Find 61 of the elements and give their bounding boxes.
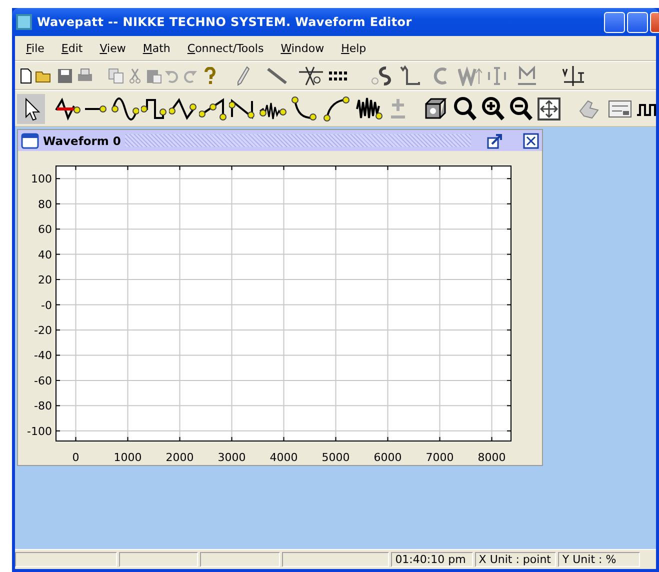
- search-icon[interactable]: [453, 96, 477, 122]
- tick-label: 2000: [166, 451, 194, 464]
- dotted-grid-icon[interactable]: [328, 70, 350, 82]
- tick-label: 6000: [374, 451, 402, 464]
- tick-label: 3000: [218, 451, 246, 464]
- sawtooth-wave-icon[interactable]: [199, 96, 227, 120]
- pen-icon[interactable]: [236, 66, 250, 86]
- tick-label: 8000: [478, 451, 506, 464]
- document-title: Waveform 0: [43, 134, 121, 148]
- save-icon[interactable]: [57, 68, 73, 84]
- status-time: 01:40:10 pm: [391, 552, 473, 567]
- sine-wave-icon[interactable]: [111, 96, 139, 120]
- wave-stroke-icon[interactable]: [55, 96, 81, 120]
- tick-label: 7000: [426, 451, 454, 464]
- convex-curve-icon[interactable]: [323, 96, 351, 122]
- triangle-wave-icon[interactable]: [169, 96, 197, 120]
- zoom-in-icon[interactable]: [481, 96, 505, 122]
- fit-view-icon[interactable]: [537, 96, 561, 120]
- tick-label: 40: [38, 248, 52, 262]
- minimize-button[interactable]: [604, 12, 625, 32]
- tick-label: -100: [27, 424, 52, 438]
- tick-label: -60: [34, 374, 52, 388]
- tick-label: 4000: [270, 451, 298, 464]
- window-title: Wavepatt -- NIKKE TECHNO SYSTEM. Waveform Editor: [37, 15, 412, 29]
- tick-label: -20: [34, 324, 52, 337]
- tick-label: 0: [72, 451, 80, 464]
- printer-icon[interactable]: [76, 68, 94, 84]
- tick-label: 60: [38, 223, 52, 236]
- restore-icon[interactable]: [487, 132, 503, 148]
- tick-label: 1000: [114, 451, 142, 464]
- tick-label: -40: [34, 349, 52, 362]
- menu-item[interactable]: Math: [138, 40, 176, 56]
- new-file-icon[interactable]: [19, 68, 33, 84]
- step-wave-icon[interactable]: [400, 64, 422, 86]
- concave-curve-icon[interactable]: [291, 96, 317, 122]
- menu-item[interactable]: View: [94, 40, 131, 56]
- tick-label: 20: [38, 274, 52, 287]
- help-icon[interactable]: [204, 66, 216, 84]
- menu-item[interactable]: Help: [336, 40, 372, 56]
- close-icon[interactable]: [523, 132, 539, 148]
- tick-label: 5000: [322, 451, 350, 464]
- x-unit-status: X Unit : point: [474, 552, 556, 567]
- menu-item[interactable]: Edit: [56, 40, 88, 56]
- window-icon[interactable]: [21, 132, 39, 148]
- ramp-wave-icon[interactable]: [229, 96, 257, 120]
- menu-item[interactable]: File: [21, 40, 50, 56]
- maximize-button[interactable]: [627, 12, 648, 32]
- cube-icon[interactable]: [423, 96, 447, 120]
- tick-label: -0: [41, 298, 52, 312]
- scissors-icon[interactable]: [298, 66, 324, 86]
- zoom-out-icon[interactable]: [509, 96, 533, 122]
- square-wave-icon[interactable]: [141, 96, 167, 120]
- y-unit-status: Y Unit : %: [558, 552, 640, 567]
- dense-noise-icon[interactable]: [355, 96, 383, 122]
- menu-item[interactable]: Connect/Tools: [182, 40, 269, 56]
- tick-label: 100: [31, 172, 52, 186]
- tick-label: 80: [38, 198, 52, 211]
- tick-label: -80: [34, 400, 52, 413]
- axis-scale-icon[interactable]: [560, 64, 586, 86]
- line-tool-icon[interactable]: [266, 66, 288, 84]
- menu-item[interactable]: Window: [276, 40, 330, 56]
